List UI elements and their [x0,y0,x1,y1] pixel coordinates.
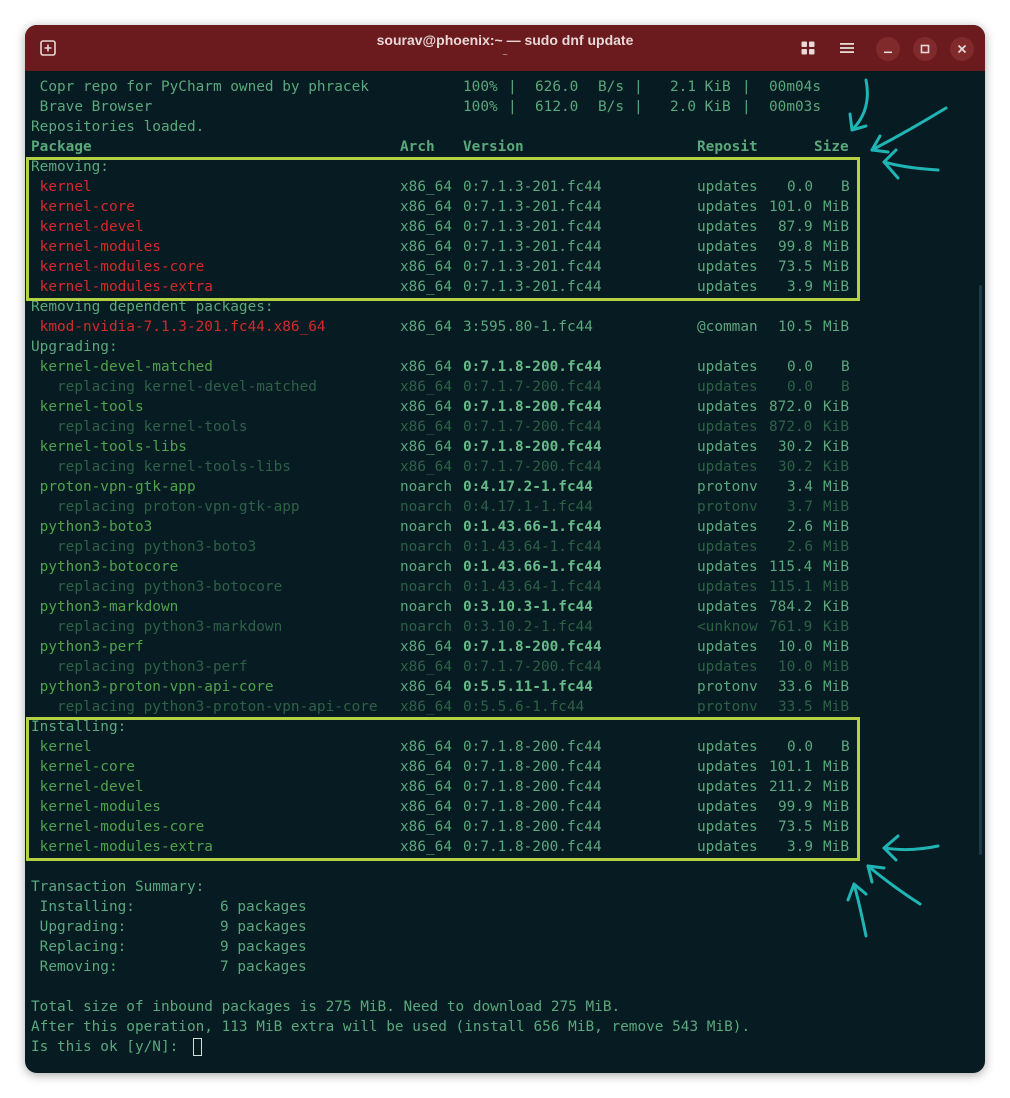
annotation-arrows [846,78,948,938]
